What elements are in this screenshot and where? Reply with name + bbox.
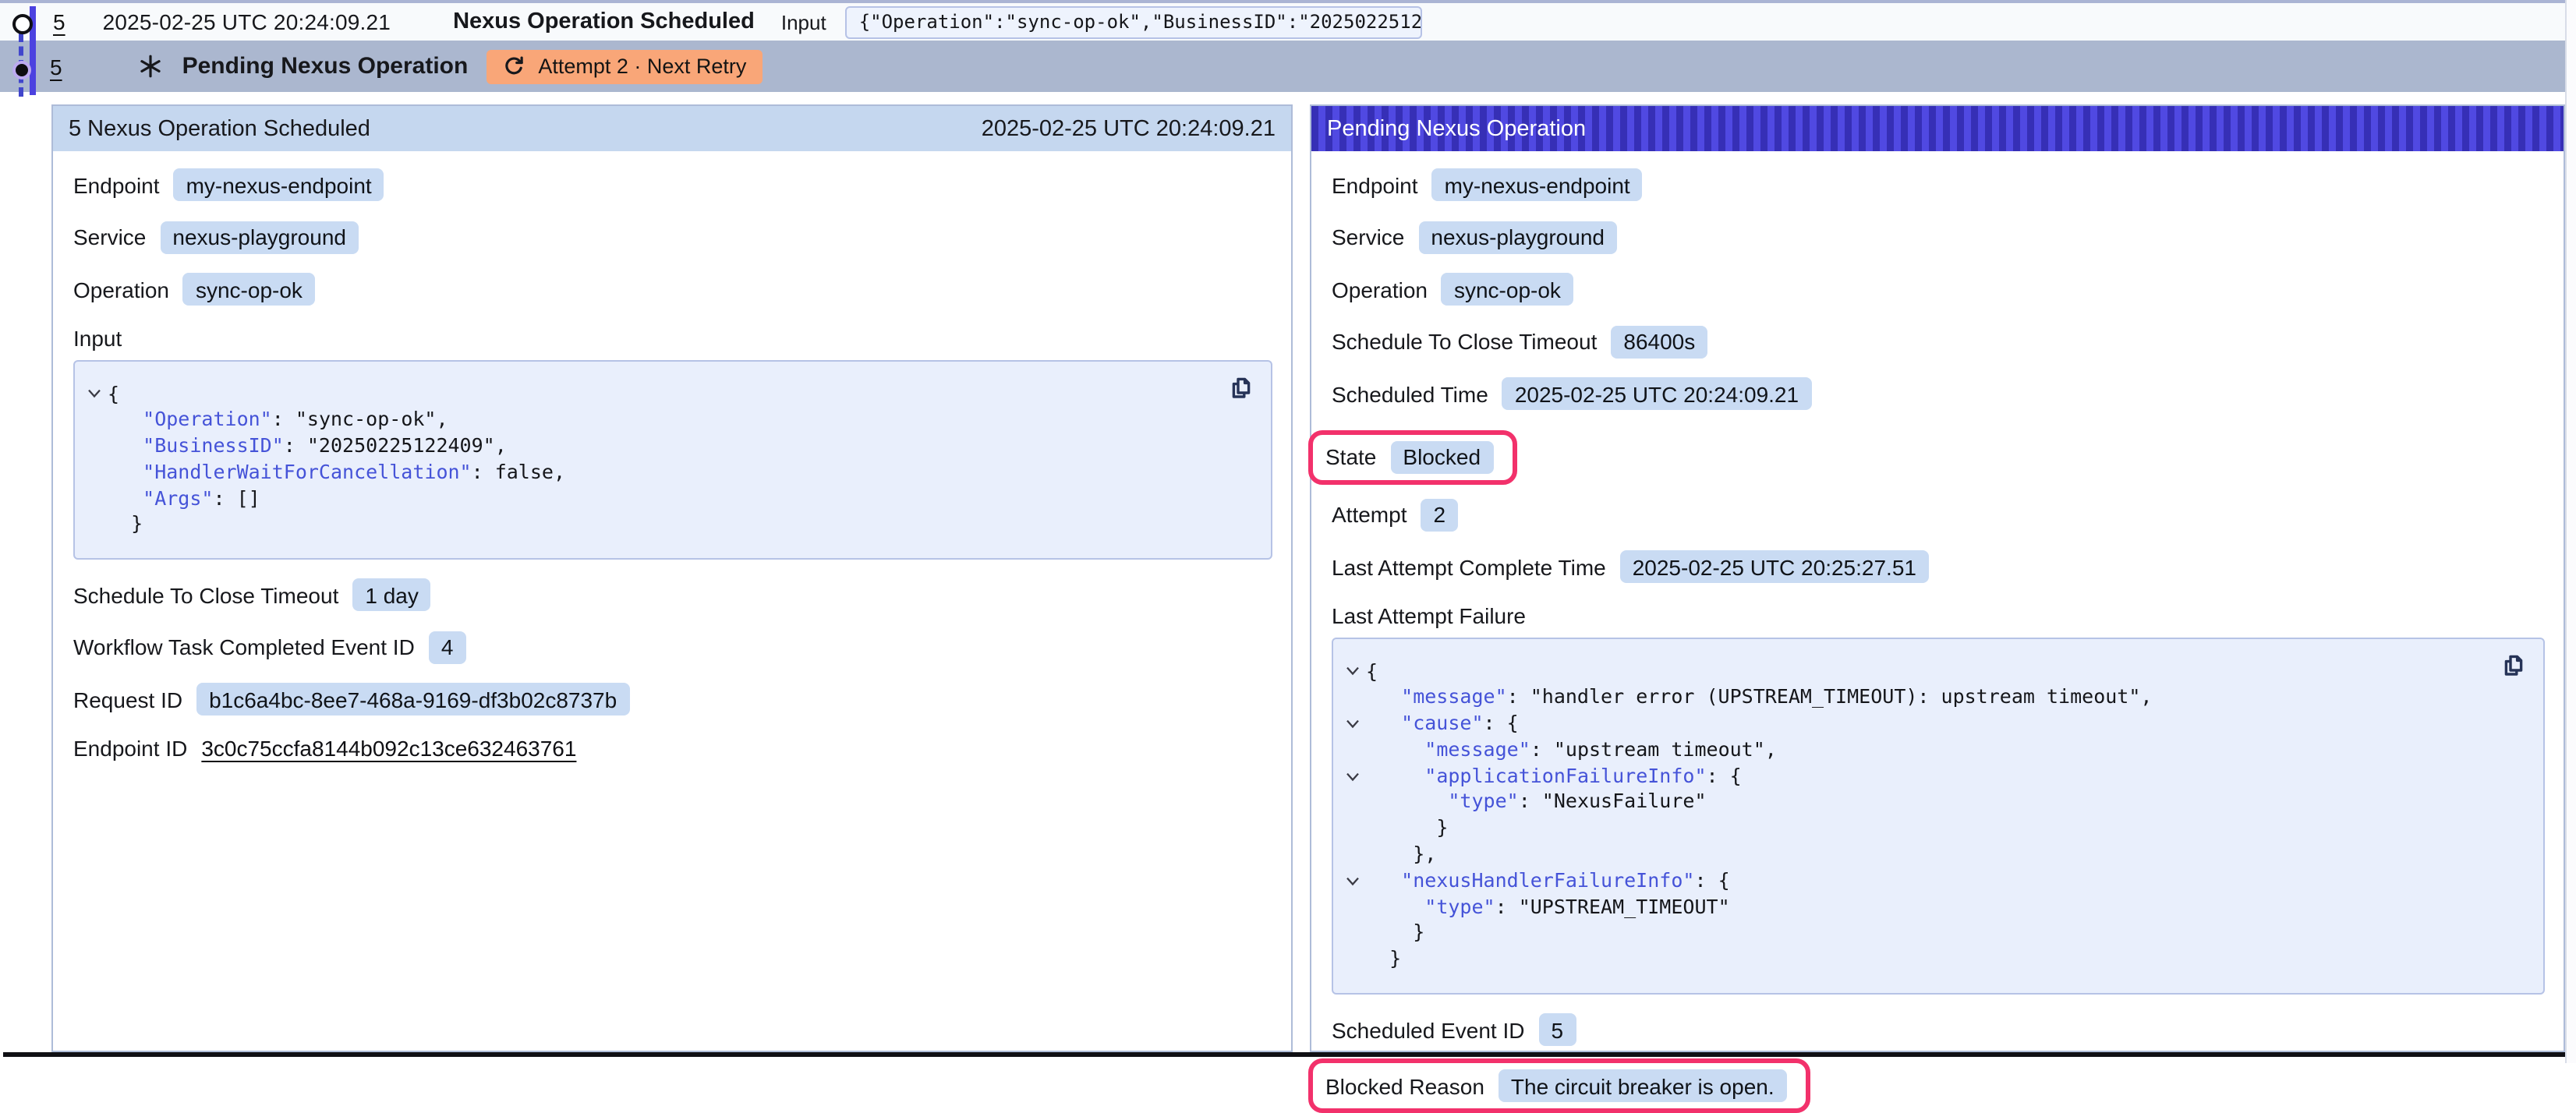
- field-label: Endpoint: [73, 172, 160, 197]
- field-label: Schedule To Close Timeout: [73, 583, 338, 608]
- event-row-scheduled[interactable]: 5 2025-02-25 UTC 20:24:09.21 Nexus Opera…: [0, 3, 2576, 41]
- field-label: Last Attempt Complete Time: [1332, 554, 1606, 579]
- chevron-down-icon[interactable]: [1339, 868, 1366, 895]
- field-label: Scheduled Time: [1332, 381, 1488, 406]
- copy-icon[interactable]: [2500, 651, 2528, 679]
- scheduled-event-panel: 5 Nexus Operation Scheduled 2025-02-25 U…: [51, 104, 1293, 1052]
- input-section-label: Input: [73, 325, 1272, 350]
- vertical-scrollbar[interactable]: [2564, 0, 2576, 1063]
- field-value-badge: my-nexus-endpoint: [1432, 168, 1643, 201]
- chevron-down-icon[interactable]: [1339, 659, 1366, 685]
- input-preview-chip[interactable]: {"Operation":"sync-op-ok","BusinessID":"…: [845, 5, 1422, 38]
- field-value-badge: nexus-playground: [1418, 221, 1617, 253]
- chevron-down-icon[interactable]: [81, 381, 108, 408]
- asterisk-icon: [139, 55, 162, 78]
- scheduled-panel-title: 5 Nexus Operation Scheduled: [69, 116, 370, 141]
- failure-json-viewer: { "message": "handler error (UPSTREAM_TI…: [1332, 637, 2545, 995]
- pending-operation-panel: Pending Nexus Operation Endpoint my-nexus…: [1310, 104, 2565, 1052]
- field-value-badge: sync-op-ok: [1442, 273, 1573, 306]
- event-history-view: 5 2025-02-25 UTC 20:24:09.21 Nexus Opera…: [0, 0, 2576, 1063]
- retry-attempt-badge: Attempt 2 · Next Retry: [487, 49, 762, 83]
- field-value-badge: 86400s: [1611, 325, 1707, 358]
- event-rows: 5 2025-02-25 UTC 20:24:09.21 Nexus Opera…: [0, 0, 2576, 92]
- field-label: Service: [73, 224, 146, 249]
- failure-section-label: Last Attempt Failure: [1332, 602, 2545, 627]
- state-value-badge: Blocked: [1390, 440, 1493, 473]
- field-label: Service: [1332, 224, 1404, 249]
- field-value-badge: 2025-02-25 UTC 20:24:09.21: [1502, 377, 1811, 410]
- event-row-pending[interactable]: 5 Pending Nexus Operation Attempt 2 · Ne…: [0, 41, 2576, 92]
- scheduled-event-id-badge: 5: [1539, 1013, 1576, 1046]
- timeline-node-open-icon[interactable]: [12, 14, 33, 34]
- field-label: Workflow Task Completed Event ID: [73, 635, 415, 660]
- state-highlight-box: State Blocked: [1308, 429, 1516, 484]
- field-value-badge: nexus-playground: [160, 221, 359, 253]
- endpoint-id-link[interactable]: 3c0c75ccfa8144b092c13ce632463761: [201, 736, 576, 761]
- field-value-badge: 4: [429, 631, 466, 664]
- content-bottom-divider: [3, 1052, 2570, 1057]
- event-detail-panels: 5 Nexus Operation Scheduled 2025-02-25 U…: [0, 104, 2576, 1074]
- field-value-badge: b1c6a4bc-8ee7-468a-9169-df3b02c8737b: [196, 684, 629, 716]
- event-timestamp: 2025-02-25 UTC 20:24:09.21: [103, 9, 391, 34]
- input-json-viewer: { "Operation": "sync-op-ok", "BusinessID…: [73, 359, 1272, 560]
- scheduled-panel-header: 5 Nexus Operation Scheduled 2025-02-25 U…: [53, 106, 1291, 151]
- blocked-reason-label: Blocked Reason: [1325, 1073, 1484, 1098]
- input-label: Input: [781, 10, 826, 34]
- scheduled-panel-timestamp: 2025-02-25 UTC 20:24:09.21: [982, 116, 1276, 141]
- pending-panel-title: Pending Nexus Operation: [1327, 116, 1586, 141]
- pending-panel-header: Pending Nexus Operation: [1311, 106, 2564, 151]
- field-label: Scheduled Event ID: [1332, 1017, 1525, 1042]
- chevron-down-icon[interactable]: [1339, 763, 1366, 790]
- retry-icon: [502, 55, 525, 78]
- chevron-down-icon[interactable]: [1339, 711, 1366, 737]
- field-label: Attempt: [1332, 502, 1407, 527]
- field-value-badge: 2025-02-25 UTC 20:25:27.51: [1620, 550, 1929, 583]
- field-label: Endpoint ID: [73, 736, 187, 761]
- pending-title: Pending Nexus Operation: [182, 53, 469, 80]
- field-label: Request ID: [73, 687, 182, 712]
- copy-icon[interactable]: [1227, 373, 1255, 401]
- field-label: Endpoint: [1332, 172, 1418, 197]
- blocked-reason-value-badge: The circuit breaker is open.: [1499, 1069, 1787, 1102]
- state-label: State: [1325, 444, 1376, 469]
- pending-panel-body: Endpoint my-nexus-endpoint Service nexus-p…: [1311, 151, 2564, 1113]
- attempt-value-badge: 2: [1421, 498, 1459, 531]
- field-value-badge: sync-op-ok: [183, 273, 315, 306]
- field-label: Operation: [73, 277, 169, 302]
- blocked-reason-highlight-box: Blocked Reason The circuit breaker is op…: [1308, 1058, 1810, 1113]
- field-label: Operation: [1332, 277, 1428, 302]
- field-label: Schedule To Close Timeout: [1332, 329, 1597, 354]
- event-id-link[interactable]: 5: [53, 9, 65, 34]
- scheduled-panel-body: Endpoint my-nexus-endpoint Service nexus-p…: [53, 151, 1291, 761]
- timeline-node-current-icon[interactable]: [12, 61, 30, 80]
- event-title: Nexus Operation Scheduled: [453, 9, 755, 34]
- field-value-badge: my-nexus-endpoint: [174, 168, 384, 201]
- pending-event-id-link[interactable]: 5: [50, 54, 62, 79]
- field-value-badge: 1 day: [352, 579, 431, 612]
- retry-badge-label: Attempt 2 · Next Retry: [538, 55, 746, 78]
